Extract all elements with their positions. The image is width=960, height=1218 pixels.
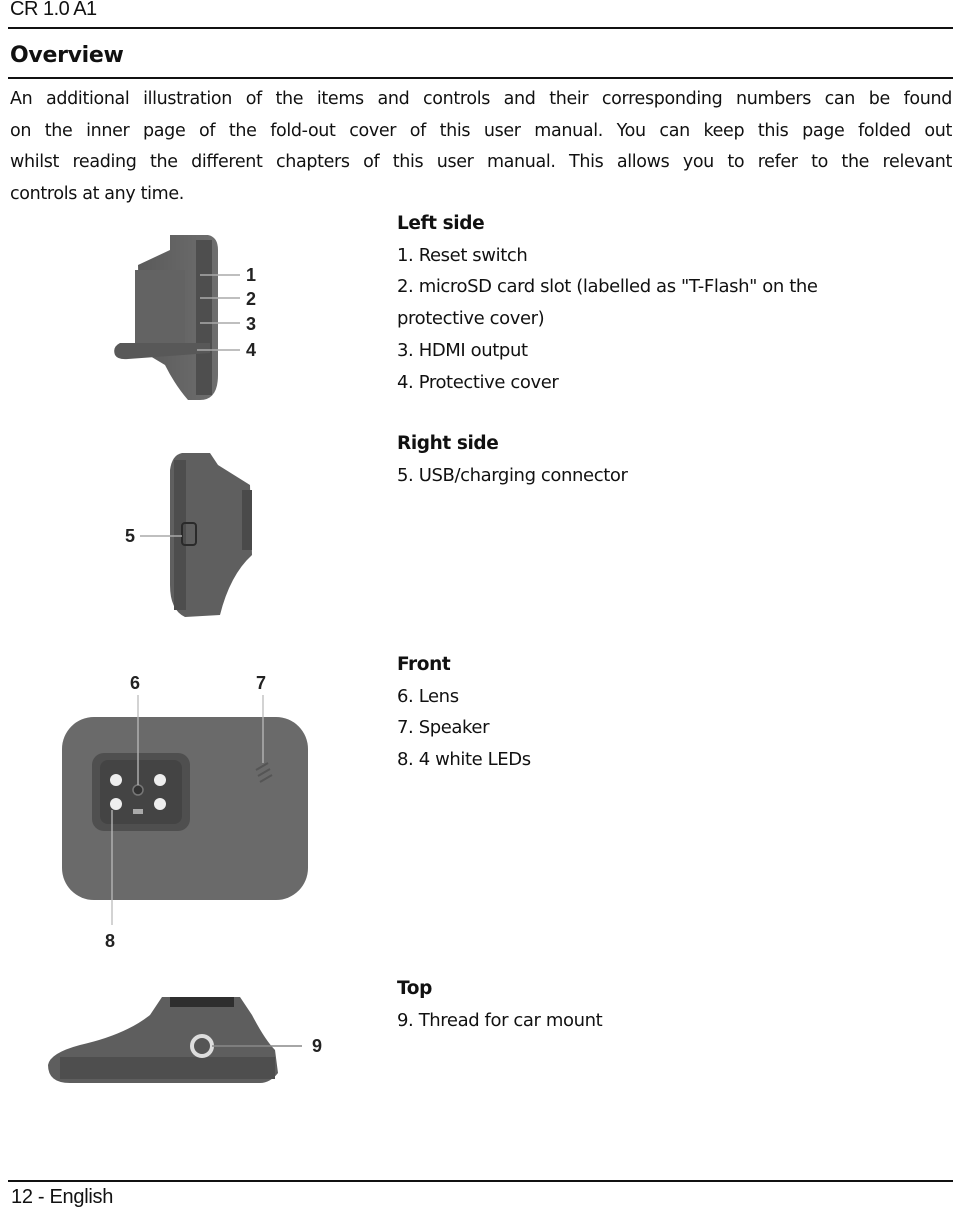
callout-label: 4	[246, 340, 256, 360]
front-illustration: 6 7 8	[62, 673, 308, 951]
title-rule	[8, 77, 953, 79]
list-item: 5. USB/charging connector	[397, 464, 628, 486]
section-heading: Front	[397, 654, 451, 675]
intro-line: An additional illustration of the items …	[10, 89, 952, 109]
right-side-illustration: 5	[125, 453, 252, 617]
callout-label: 2	[246, 289, 256, 309]
callout-label: 1	[246, 265, 256, 285]
callout-label: 5	[125, 526, 135, 546]
list-item: protective cover)	[397, 308, 545, 330]
list-item: 3. HDMI output	[397, 339, 528, 361]
list-item: 2. microSD card slot (labelled as "T-Fla…	[397, 276, 818, 298]
list-item: 8. 4 white LEDs	[397, 749, 531, 771]
section-front: Front 6. Lens 7. Speaker 8. 4 white LEDs	[397, 649, 531, 776]
list-item: 7. Speaker	[397, 717, 490, 739]
callout-label: 3	[246, 314, 256, 334]
section-top: Top 9. Thread for car mount	[397, 973, 603, 1036]
footer-rule	[8, 1180, 953, 1182]
page-title: Overview	[10, 43, 124, 68]
intro-line: on the inner page of the fold-out cover …	[10, 120, 952, 141]
section-right-side: Right side 5. USB/charging connector	[397, 428, 628, 491]
page-footer: 12 - English	[11, 1186, 114, 1208]
callout-label: 7	[256, 673, 266, 693]
list-item: 1. Reset switch	[397, 244, 528, 266]
list-item: 9. Thread for car mount	[397, 1009, 603, 1031]
intro-line: whilst reading the different chapters of…	[10, 152, 952, 172]
section-left-side: Left side 1. Reset switch 2. microSD car…	[397, 208, 818, 398]
section-heading: Top	[397, 978, 432, 999]
callout-label: 6	[130, 673, 140, 693]
section-heading: Right side	[397, 433, 499, 454]
section-heading: Left side	[397, 213, 485, 234]
document-model-header: CR 1.0 A1	[10, 0, 97, 20]
list-item: 4. Protective cover	[397, 371, 559, 393]
intro-paragraph: An additional illustration of the items …	[10, 84, 952, 210]
left-side-illustration: 1 2 3 4	[114, 235, 256, 400]
intro-line: controls at any time.	[10, 183, 184, 204]
list-item: 6. Lens	[397, 685, 459, 707]
top-illustration: 9	[48, 997, 322, 1083]
callout-label: 8	[105, 931, 115, 951]
header-rule	[8, 27, 953, 29]
callout-label: 9	[312, 1036, 322, 1056]
